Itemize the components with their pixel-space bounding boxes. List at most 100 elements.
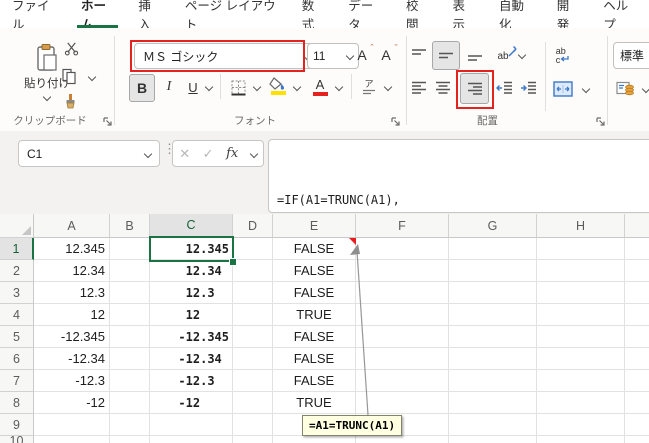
underline-dropdown-icon[interactable] [203,78,215,96]
cut-button[interactable] [60,39,82,57]
column-header-h[interactable]: H [537,214,625,238]
font-color-button[interactable]: A [308,74,332,100]
tab-data[interactable]: データ [336,0,394,28]
cell-C3[interactable]: 12.3 [150,282,233,304]
fill-handle[interactable] [229,258,237,266]
cell-B4[interactable] [110,304,150,326]
cell-A9[interactable] [34,414,110,436]
column-header-c[interactable]: C [150,214,233,238]
cancel-icon[interactable]: ✕ [179,146,190,162]
orientation-button[interactable]: ab [490,43,516,67]
cell-G6[interactable] [449,348,537,370]
bottom-align-button[interactable] [464,43,486,67]
merge-dropdown-icon[interactable] [580,80,592,98]
cell-partial[interactable] [625,392,649,414]
tab-help[interactable]: ヘルプ [591,0,649,28]
cell-H9[interactable] [537,414,625,436]
row-header-6[interactable]: 6 [0,348,34,370]
cell-H5[interactable] [537,326,625,348]
cell-B7[interactable] [110,370,150,392]
tab-insert[interactable]: 挿入 [126,0,173,28]
middle-align-button[interactable] [432,41,460,70]
row-header-7[interactable]: 7 [0,370,34,392]
cell-B9[interactable] [110,414,150,436]
row-header-2[interactable]: 2 [0,260,34,282]
cell-A10[interactable] [34,436,110,443]
phonetic-dropdown-icon[interactable] [382,78,394,96]
cell-F2[interactable] [356,260,449,282]
phonetic-guide-button[interactable]: ア [357,74,381,100]
clipboard-dialog-launcher-icon[interactable] [102,116,113,127]
cell-E6[interactable]: FALSE [273,348,356,370]
cell-H10[interactable] [537,436,625,443]
cell-A7[interactable]: -12.3 [34,370,110,392]
cell-E10[interactable] [273,436,356,443]
accounting-dropdown-icon[interactable] [640,80,649,98]
cell-G1[interactable] [449,238,537,260]
cell-G2[interactable] [449,260,537,282]
cell-G8[interactable] [449,392,537,414]
column-header-a[interactable]: A [34,214,110,238]
cell-partial[interactable] [625,282,649,304]
cell-C9[interactable] [150,414,233,436]
cell-B6[interactable] [110,348,150,370]
cell-A3[interactable]: 12.3 [34,282,110,304]
cell-B8[interactable] [110,392,150,414]
cell-G4[interactable] [449,304,537,326]
cell-D10[interactable] [233,436,273,443]
cell-D4[interactable] [233,304,273,326]
cell-partial[interactable] [625,348,649,370]
cell-F6[interactable] [356,348,449,370]
cell-H8[interactable] [537,392,625,414]
cell-H4[interactable] [537,304,625,326]
tab-developer[interactable]: 開発 [545,0,592,28]
decrease-indent-button[interactable] [493,76,515,100]
cell-A5[interactable]: -12.345 [34,326,110,348]
cell-G10[interactable] [449,436,537,443]
cell-D8[interactable] [233,392,273,414]
cell-A1[interactable]: 12.345 [34,238,110,260]
cell-partial[interactable] [625,370,649,392]
cell-partial[interactable] [625,304,649,326]
fill-color-dropdown-icon[interactable] [291,78,303,96]
cell-G7[interactable] [449,370,537,392]
copy-button[interactable] [57,65,81,87]
tab-formulas[interactable]: 数式 [290,0,337,28]
cell-F7[interactable] [356,370,449,392]
cell-B10[interactable] [110,436,150,443]
cell-C10[interactable] [150,436,233,443]
row-header-3[interactable]: 3 [0,282,34,304]
enter-icon[interactable]: ✓ [203,146,214,162]
cell-F5[interactable] [356,326,449,348]
row-header-5[interactable]: 5 [0,326,34,348]
cell-partial[interactable] [625,260,649,282]
row-header-1[interactable]: 1 [0,238,34,260]
cell-E2[interactable]: FALSE [273,260,356,282]
cell-D1[interactable] [233,238,273,260]
copy-dropdown-icon[interactable] [86,68,98,86]
cell-partial[interactable] [625,436,649,443]
cell-B5[interactable] [110,326,150,348]
cell-D6[interactable] [233,348,273,370]
cell-C8[interactable]: -12 [150,392,233,414]
row-header-4[interactable]: 4 [0,304,34,326]
cell-partial[interactable] [625,326,649,348]
cell-H1[interactable] [537,238,625,260]
tab-automate[interactable]: 自動化 [487,0,545,28]
cell-C2[interactable]: 12.34 [150,260,233,282]
cell-E5[interactable]: FALSE [273,326,356,348]
decrease-font-size-button[interactable]: Aˇ [375,43,397,67]
cell-G3[interactable] [449,282,537,304]
row-header-8[interactable]: 8 [0,392,34,414]
tab-review[interactable]: 校閲 [394,0,441,28]
column-header-d[interactable]: D [233,214,273,238]
cell-E1[interactable]: FALSE [273,238,356,260]
cell-D5[interactable] [233,326,273,348]
column-header-b[interactable]: B [110,214,150,238]
cell-F4[interactable] [356,304,449,326]
cell-C6[interactable]: -12.34 [150,348,233,370]
cell-G9[interactable] [449,414,537,436]
formula-input[interactable]: =IF(A1=TRUNC(A1), TEXT(A1,"#,##0! ! ! ! … [268,139,649,213]
cell-C5[interactable]: -12.345 [150,326,233,348]
cell-A4[interactable]: 12 [34,304,110,326]
